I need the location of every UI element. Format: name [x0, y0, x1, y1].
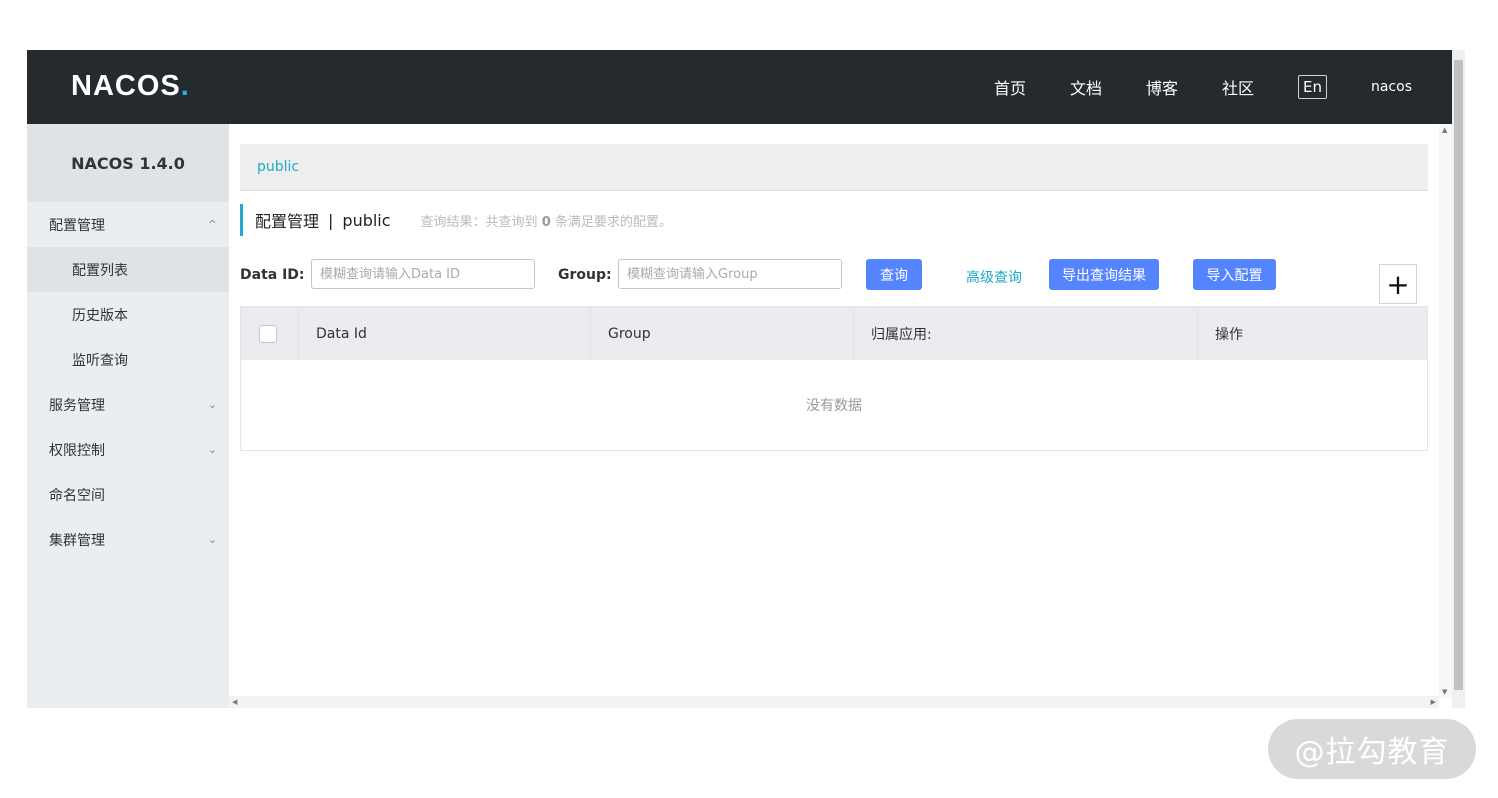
sidebar-item-namespace[interactable]: 命名空间 — [27, 472, 229, 517]
top-nav: 首页 文档 博客 社区 En nacos — [950, 50, 1412, 124]
scroll-down-icon[interactable]: ▼ — [1442, 688, 1447, 696]
column-group[interactable]: Group — [591, 307, 854, 360]
content-horizontal-scrollbar[interactable]: ◀ ▶ — [229, 696, 1439, 708]
nav-blog[interactable]: 博客 — [1146, 75, 1178, 99]
result-prefix: 查询结果：共查询到 — [420, 214, 538, 230]
result-suffix: 条满足要求的配置。 — [554, 214, 672, 230]
data-id-label: Data ID: — [240, 267, 305, 283]
watermark-badge: @拉勾教育 — [1268, 719, 1476, 779]
scroll-right-icon[interactable]: ▶ — [1431, 698, 1436, 706]
logo-dot: . — [180, 70, 190, 102]
table-empty-state: 没有数据 — [806, 398, 862, 414]
browser-window: NACOS. 首页 文档 博客 社区 En nacos NACOS 1.4.0 … — [27, 50, 1465, 708]
column-data-id[interactable]: Data Id — [299, 307, 591, 360]
export-results-button[interactable]: 导出查询结果 — [1049, 259, 1159, 290]
sidebar-item-config-management[interactable]: 配置管理 ^ — [27, 202, 229, 247]
data-id-input[interactable] — [311, 259, 535, 289]
table-header: Data Id Group 归属应用: 操作 — [241, 307, 1427, 360]
plus-icon: + — [1386, 267, 1410, 301]
page-scroll-thumb[interactable] — [1454, 60, 1463, 690]
sidebar-item-label: 集群管理 — [49, 532, 105, 549]
sidebar-item-history[interactable]: 历史版本 — [27, 292, 229, 337]
sidebar-item-label: 配置列表 — [72, 262, 128, 279]
page-title: 配置管理 — [255, 212, 320, 231]
sidebar-item-service-management[interactable]: 服务管理 ⌄ — [27, 382, 229, 427]
nav-docs[interactable]: 文档 — [1070, 75, 1102, 99]
main-content: public 配置管理 | public 查询结果：共查询到 0 条满足要求的配… — [240, 144, 1428, 451]
namespace-tab-bar: public — [240, 144, 1428, 191]
logo-text: NACOS — [71, 70, 181, 102]
language-switch[interactable]: En — [1298, 75, 1327, 99]
chevron-down-icon: ⌄ — [207, 398, 217, 411]
scroll-up-icon[interactable]: ▲ — [1442, 126, 1447, 134]
filter-bar: Data ID: Group: 查询 高级查询 导出查询结果 导入配置 + — [240, 259, 1428, 304]
sidebar-item-label: 监听查询 — [72, 352, 128, 369]
sidebar-item-permission-control[interactable]: 权限控制 ⌄ — [27, 427, 229, 472]
nacos-logo[interactable]: NACOS. — [71, 70, 190, 103]
sidebar-item-label: 配置管理 — [49, 217, 105, 234]
sidebar-item-label: 服务管理 — [49, 397, 105, 414]
sidebar: NACOS 1.4.0 配置管理 ^ 配置列表 历史版本 监听查询 服务管理 ⌄… — [27, 124, 229, 708]
page-header: 配置管理 | public 查询结果：共查询到 0 条满足要求的配置。 — [240, 204, 1428, 236]
query-result-summary: 查询结果：共查询到 0 条满足要求的配置。 — [421, 211, 672, 230]
group-input[interactable] — [618, 259, 842, 289]
chevron-up-icon: ^ — [207, 218, 217, 231]
query-button[interactable]: 查询 — [866, 259, 922, 290]
sidebar-item-label: 命名空间 — [49, 487, 105, 504]
sidebar-item-cluster-management[interactable]: 集群管理 ⌄ — [27, 517, 229, 562]
content-vertical-scrollbar[interactable]: ▲ ▼ — [1439, 124, 1452, 698]
chevron-down-icon: ⌄ — [207, 443, 217, 456]
current-namespace: public — [342, 210, 391, 230]
user-menu[interactable]: nacos — [1371, 79, 1412, 95]
result-count: 0 — [541, 214, 551, 230]
column-actions: 操作 — [1215, 326, 1243, 343]
sidebar-item-label: 权限控制 — [49, 442, 105, 459]
add-config-button[interactable]: + — [1379, 264, 1417, 304]
sidebar-version: NACOS 1.4.0 — [27, 124, 229, 202]
column-app[interactable]: 归属应用: — [854, 307, 1198, 360]
select-all-checkbox[interactable] — [259, 324, 277, 343]
top-navbar: NACOS. 首页 文档 博客 社区 En nacos — [27, 50, 1452, 124]
import-config-button[interactable]: 导入配置 — [1193, 259, 1276, 290]
sidebar-item-listener-query[interactable]: 监听查询 — [27, 337, 229, 382]
nav-home[interactable]: 首页 — [994, 75, 1026, 99]
page-vertical-scrollbar[interactable] — [1452, 50, 1465, 708]
nav-community[interactable]: 社区 — [1222, 75, 1254, 99]
group-label: Group: — [558, 267, 612, 283]
sidebar-item-label: 历史版本 — [72, 307, 128, 324]
chevron-down-icon: ⌄ — [207, 533, 217, 546]
title-separator: | — [328, 210, 334, 230]
advanced-query-link[interactable]: 高级查询 — [966, 267, 1022, 287]
sidebar-item-config-list[interactable]: 配置列表 — [27, 247, 229, 292]
scroll-left-icon[interactable]: ◀ — [232, 698, 237, 706]
config-table: Data Id Group 归属应用: 操作 没有数据 — [240, 306, 1428, 451]
namespace-tab-public[interactable]: public — [257, 159, 299, 175]
select-all-cell — [241, 307, 299, 360]
